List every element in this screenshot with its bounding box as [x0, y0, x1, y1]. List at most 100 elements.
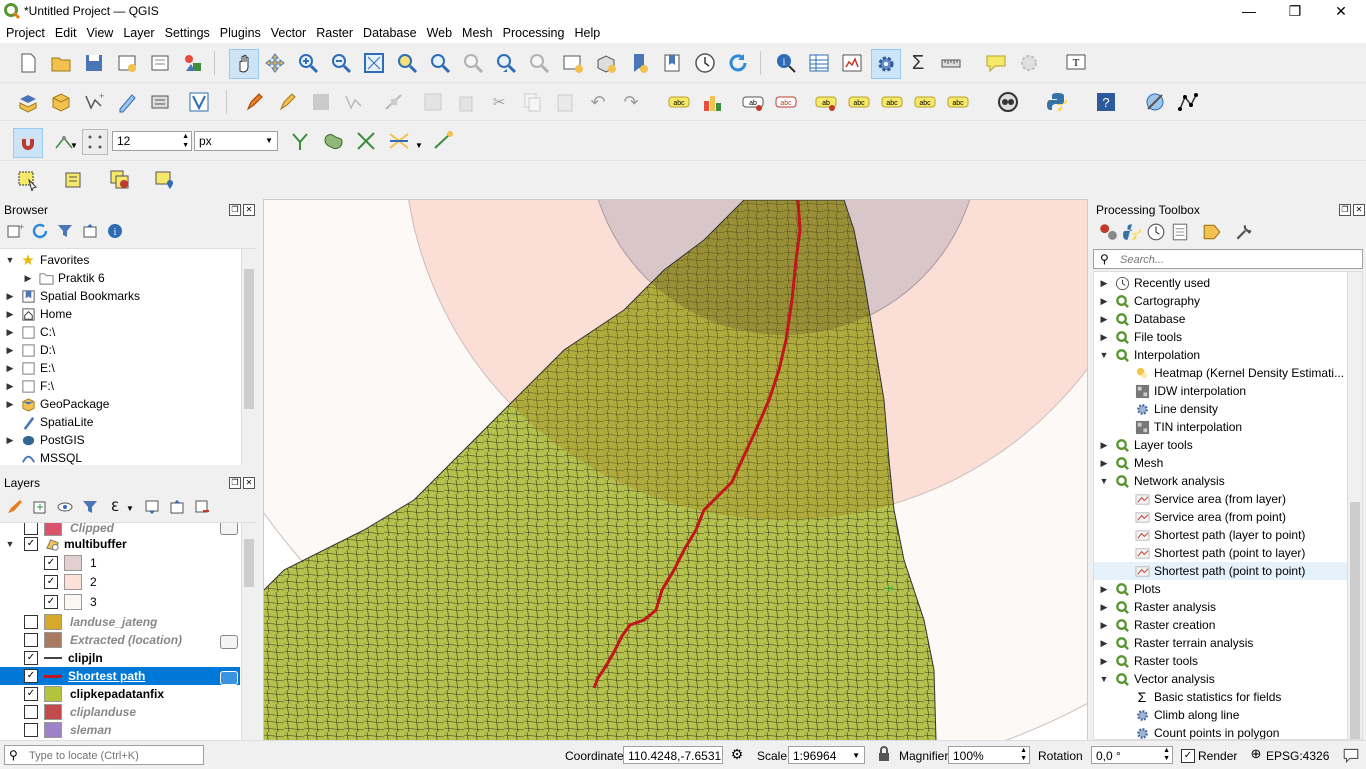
new-bookmark-icon[interactable] — [627, 51, 651, 75]
locator-input[interactable] — [27, 747, 201, 765]
menu-mesh[interactable]: Mesh — [456, 26, 497, 40]
scrollbar-thumb[interactable] — [1350, 502, 1360, 739]
edit-features-in-place-icon[interactable] — [1202, 222, 1222, 242]
menu-edit[interactable]: Edit — [49, 26, 81, 40]
browser-item-drive-f[interactable]: ▶ F:\ — [4, 377, 54, 395]
browser-item-spatialite[interactable]: SpatiaLite — [4, 413, 93, 431]
toolbox-group-raster-terrain-analysis[interactable]: ▶ Raster terrain analysis — [1094, 634, 1362, 652]
select-by-value-icon[interactable] — [62, 168, 86, 192]
expand-arrow-icon[interactable]: ▶ — [1098, 602, 1110, 613]
float-panel-icon[interactable]: ❐ — [1339, 204, 1351, 216]
save-edits-icon[interactable] — [309, 90, 333, 114]
quickosm-icon[interactable] — [996, 90, 1020, 114]
cut-features-icon[interactable]: ✂ — [487, 90, 511, 114]
toolbox-group-interpolation[interactable]: ▼ Interpolation — [1094, 346, 1362, 364]
move-label-icon[interactable]: abc — [880, 90, 904, 114]
menu-view[interactable]: View — [80, 26, 117, 40]
toolbox-group-mesh[interactable]: ▶ Mesh — [1094, 454, 1362, 472]
rotation-spinbox[interactable]: 0,0 ° ▲ ▼ — [1091, 746, 1173, 764]
toolbox-group-vector-analysis[interactable]: ▼ Vector analysis — [1094, 670, 1362, 688]
layer-checkbox[interactable]: ✓ — [44, 595, 58, 609]
expand-arrow-icon[interactable]: ▶ — [1098, 278, 1110, 289]
scripts-icon[interactable] — [1122, 222, 1142, 242]
zoom-native-icon[interactable] — [461, 51, 485, 75]
expand-arrow-icon[interactable]: ▶ — [1098, 458, 1110, 469]
field-calculator-icon[interactable] — [840, 51, 864, 75]
lock-scale-icon[interactable] — [876, 746, 892, 762]
layer-row-shortest-path[interactable]: ✓ Shortest path — [24, 667, 145, 685]
float-panel-icon[interactable]: ❐ — [229, 204, 241, 216]
processing-toolbox-icon[interactable] — [871, 49, 901, 79]
layer-filter-indicator-icon[interactable] — [220, 671, 238, 685]
digitize-icon[interactable] — [342, 90, 366, 114]
zoom-to-layer-icon[interactable] — [428, 51, 452, 75]
layer-checkbox[interactable]: ✓ — [24, 537, 38, 551]
expand-arrow-icon[interactable]: ▶ — [4, 327, 16, 338]
render-checkbox[interactable]: ✓ — [1181, 749, 1195, 763]
expand-arrow-icon[interactable]: ▶ — [4, 345, 16, 356]
coordinate-field[interactable]: 110.4248,-7.6531 — [623, 746, 723, 764]
layer-checkbox[interactable] — [24, 705, 38, 719]
topological-editing-icon[interactable] — [288, 129, 312, 153]
attribute-table-icon[interactable] — [807, 51, 831, 75]
save-project-icon[interactable] — [82, 51, 106, 75]
layer-checkbox[interactable] — [24, 523, 38, 535]
expand-arrow-icon[interactable]: ▶ — [4, 399, 16, 410]
filter-by-expression-icon[interactable]: ℇ — [106, 498, 124, 516]
expand-arrow-icon[interactable]: ▶ — [1098, 314, 1110, 325]
expand-arrow-icon[interactable]: ▶ — [1098, 620, 1110, 631]
toolbox-group-plots[interactable]: ▶ Plots — [1094, 580, 1362, 598]
map-canvas[interactable]: ✕ — [263, 199, 1088, 741]
layer-checkbox[interactable]: ✓ — [44, 575, 58, 589]
browser-item-drive-e[interactable]: ▶ E:\ — [4, 359, 55, 377]
temporal-controller-icon[interactable] — [693, 51, 717, 75]
pin-labels-icon[interactable]: abc — [774, 90, 798, 114]
toolbox-algorithm-shortest-path-point-to-layer[interactable]: Shortest path (point to layer) — [1094, 544, 1362, 562]
magnifier-spinbox[interactable]: 100% ▲ ▼ — [948, 746, 1030, 764]
toolbox-algorithm-service-area-from-point[interactable]: Service area (from point) — [1094, 508, 1362, 526]
statistical-summary-icon[interactable]: Σ — [906, 51, 930, 75]
georeferencer-icon[interactable] — [1176, 90, 1200, 114]
zoom-full-icon[interactable] — [362, 51, 386, 75]
zoom-last-icon[interactable] — [494, 51, 518, 75]
highlight-pinned-labels-icon[interactable]: ab — [741, 90, 765, 114]
toolbox-group-recently-used[interactable]: ▶ Recently used — [1094, 274, 1362, 292]
pan-to-selection-icon[interactable] — [263, 51, 287, 75]
zoom-next-icon[interactable] — [527, 51, 551, 75]
history-icon[interactable] — [1146, 222, 1166, 242]
zoom-out-icon[interactable] — [329, 51, 353, 75]
expand-arrow-icon[interactable]: ▶ — [1098, 332, 1110, 343]
browser-item-favorites[interactable]: ▼ ★ Favorites — [4, 251, 90, 269]
expand-arrow-icon[interactable]: ▼ — [1098, 350, 1110, 360]
close-panel-icon[interactable]: ✕ — [1353, 204, 1365, 216]
spin-arrows-icon[interactable]: ▲ ▼ — [182, 132, 189, 150]
paste-features-icon[interactable] — [553, 90, 577, 114]
expand-arrow-icon[interactable]: ▼ — [1098, 674, 1110, 684]
toolbox-group-raster-analysis[interactable]: ▶ Raster analysis — [1094, 598, 1362, 616]
search-input[interactable] — [1118, 251, 1352, 269]
layout-manager-icon[interactable] — [148, 51, 172, 75]
layer-checkbox[interactable] — [24, 615, 38, 629]
toolbox-group-layer-tools[interactable]: ▶ Layer tools — [1094, 436, 1362, 454]
layer-checkbox[interactable] — [24, 633, 38, 647]
toggle-editing-icon[interactable] — [276, 90, 300, 114]
layer-row-cliplanduse[interactable]: cliplanduse — [24, 703, 136, 721]
label-toolbar-icon[interactable]: abc — [667, 90, 691, 114]
expand-arrow-icon[interactable]: ▶ — [4, 291, 16, 302]
new-geopackage-layer-icon[interactable] — [49, 90, 73, 114]
messages-icon[interactable] — [1342, 746, 1360, 764]
chevron-down-icon[interactable]: ▼ — [415, 141, 423, 150]
map-render[interactable]: ✕ — [264, 200, 1087, 740]
new-3d-map-view-icon[interactable] — [594, 51, 618, 75]
undo-icon[interactable]: ↶ — [586, 90, 610, 114]
toolbox-group-cartography[interactable]: ▶ Cartography — [1094, 292, 1362, 310]
snapping-intersection-icon[interactable] — [354, 129, 378, 153]
filter-browser-icon[interactable] — [56, 222, 74, 240]
browser-item-home[interactable]: ▶ Home — [4, 305, 72, 323]
avoid-overlap-icon[interactable] — [321, 129, 345, 153]
network-tool-icon[interactable] — [1143, 90, 1167, 114]
layers-scrollbar[interactable] — [241, 523, 256, 741]
menu-help[interactable]: Help — [568, 26, 604, 40]
close-panel-icon[interactable]: ✕ — [243, 477, 255, 489]
layer-filter-indicator-icon[interactable] — [220, 523, 238, 535]
